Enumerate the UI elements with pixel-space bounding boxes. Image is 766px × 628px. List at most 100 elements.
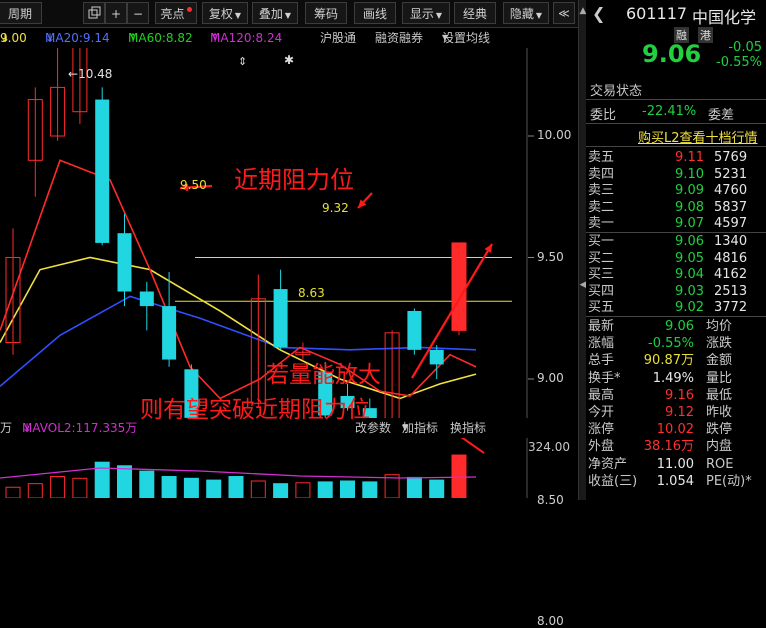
prev-stock-icon[interactable]: ❮ <box>592 4 605 23</box>
row-price: 9.02 <box>675 300 704 315</box>
quote-value: 38.16万 <box>643 439 694 455</box>
mavol2-value: MAVOL2:117.335万 ↓ <box>22 418 137 438</box>
volume-bar <box>50 476 66 498</box>
weibi-label: 委比 <box>590 108 617 123</box>
classic-button[interactable]: 经典 <box>454 2 496 24</box>
row-price: 9.11 <box>675 150 704 165</box>
buy-level[interactable]: 买五 9.02 3772 <box>586 300 766 317</box>
margin-trading-link[interactable]: 融资融券 <box>375 28 423 48</box>
quote-row: 净资产 11.00 ROE <box>586 457 766 474</box>
volume-chart[interactable] <box>0 438 578 498</box>
volume-bar <box>406 476 422 498</box>
hk-connect-link[interactable]: 沪股通 <box>320 28 356 48</box>
ma-legend: 9.00 ↓ MA20:9.14 ↓ MA60:8.82 ↑ MA120:8.24 ↑ … <box>0 28 578 48</box>
sell-level[interactable]: 卖四 9.10 5231 <box>586 167 766 184</box>
zoom-out-icon[interactable]: − <box>127 2 149 24</box>
quote-value: 9.16 <box>665 387 694 403</box>
sell-level[interactable]: 卖一 9.07 4597 <box>586 216 766 233</box>
ma-first-value: 9.00 ↓ <box>0 28 27 48</box>
quote-row: 最高 9.16 最低 <box>586 388 766 405</box>
quote-label: 内盘 <box>706 439 733 455</box>
candle-body <box>139 291 154 307</box>
buy-level[interactable]: 买一 9.06 1340 <box>586 234 766 251</box>
sell-level[interactable]: 卖三 9.09 4760 <box>586 183 766 200</box>
ma-first-text: 9.00 <box>0 31 27 45</box>
collapse-icon[interactable]: ≪ <box>553 2 575 24</box>
ma120-value: MA120:8.24 ↑ <box>210 28 282 48</box>
classic-label: 经典 <box>462 7 487 21</box>
display-button[interactable]: 显示 ▼ <box>402 2 450 24</box>
weibi-value: -22.41% <box>642 104 697 119</box>
candle-body <box>451 242 467 331</box>
row-label: 买二 <box>588 250 615 266</box>
draw-line-button[interactable]: 画线 <box>354 2 396 24</box>
quote-label: 量比 <box>706 370 733 386</box>
hide-button[interactable]: 隐藏 ▼ <box>503 2 549 24</box>
volume-legend: 万 MAVOL2:117.335万 ↓ 改参数 加指标 ▼ 换指标 324.00 <box>0 418 578 454</box>
overlay-button[interactable]: 叠加 ▼ <box>252 2 298 24</box>
volume-bar <box>5 486 21 498</box>
buy-level[interactable]: 买二 9.05 4816 <box>586 251 766 268</box>
row-label: 卖五 <box>588 150 615 165</box>
period-label: 周期 <box>7 7 32 21</box>
row-label: 卖一 <box>588 216 615 231</box>
volume-bar <box>117 465 132 498</box>
volume-bar <box>139 470 155 498</box>
dropdown-icon: ▼ <box>234 11 242 20</box>
row-price: 9.03 <box>675 283 704 299</box>
volume-bar <box>295 482 311 498</box>
resistance-annotation: 近期阻力位 <box>234 166 354 194</box>
volume-bar <box>72 477 88 498</box>
chip-label: 筹码 <box>313 7 338 21</box>
row-price: 9.08 <box>675 199 704 215</box>
highlight-button[interactable]: 亮点 <box>155 2 197 24</box>
row-volume: 3772 <box>714 300 748 315</box>
high-price-label: ←10.48 <box>68 67 112 81</box>
quote-label: 涨幅 <box>588 336 615 352</box>
collapse-glyph: ≪ <box>558 7 570 20</box>
quote-label: 净资产 <box>588 456 628 472</box>
buy-level[interactable]: 买三 9.04 4162 <box>586 267 766 284</box>
row-price: 9.09 <box>675 183 704 198</box>
chart-toolbar: 周期 + − 亮点 复权 ▼ 叠加 ▼ 筹码 画线 显示 ▼ 经典 隐藏 ▼ ≪ <box>0 0 578 28</box>
copy-icon[interactable] <box>83 2 105 24</box>
dropdown-icon: ▼ <box>535 11 543 20</box>
quote-label: 涨跌 <box>706 336 733 352</box>
candle-body <box>117 233 132 292</box>
zoom-in-icon[interactable]: + <box>105 2 127 24</box>
quote-value: 1.49% <box>652 370 694 386</box>
quote-panel: ❮ 601117 中国化学 融 港 9.06 -0.05 -0.55% 交易状态… <box>586 0 766 500</box>
restore-label: 复权 <box>208 7 233 21</box>
resistance2-price-label: 9.32 <box>322 201 349 215</box>
volume-annotation: 若量能放大 <box>266 362 381 388</box>
volume-bar <box>362 481 378 498</box>
l2-upgrade-link[interactable]: 购买L2查看十档行情 <box>638 127 758 146</box>
high-price-text: 10.48 <box>78 67 113 81</box>
chip-button[interactable]: 筹码 <box>305 2 347 24</box>
buy-level[interactable]: 买四 9.03 2513 <box>586 284 766 301</box>
row-volume: 4760 <box>714 183 748 198</box>
candle-body <box>162 306 177 360</box>
divider <box>586 146 766 147</box>
change-params-button[interactable]: 改参数 <box>355 418 391 438</box>
ma20-value: MA20:9.14 ↓ <box>45 28 110 48</box>
quote-row: 换手* 1.49% 量比 <box>586 371 766 388</box>
hide-label: 隐藏 <box>509 7 534 21</box>
annotation-arrow <box>460 438 485 454</box>
switch-indicator-button[interactable]: 换指标 <box>450 418 486 438</box>
quote-label: 最新 <box>588 319 615 334</box>
sell-level[interactable]: 卖五 9.11 5769 <box>586 150 766 167</box>
quote-label: 涨停 <box>588 422 615 438</box>
quote-value: 10.02 <box>656 422 694 438</box>
volume-bar <box>228 476 244 498</box>
ma20-line <box>0 295 477 387</box>
period-button[interactable]: 周期 <box>0 2 42 24</box>
restore-button[interactable]: 复权 ▼ <box>202 2 248 24</box>
row-volume: 4597 <box>714 216 748 231</box>
quote-label: PE(动)* <box>706 473 752 489</box>
ma20-text: MA20:9.14 <box>45 31 110 45</box>
sell-level[interactable]: 卖二 9.08 5837 <box>586 200 766 217</box>
trade-status-label: 交易状态 <box>590 84 643 99</box>
quote-row: 最新 9.06 均价 <box>586 319 766 336</box>
quote-label: 金额 <box>706 353 733 369</box>
